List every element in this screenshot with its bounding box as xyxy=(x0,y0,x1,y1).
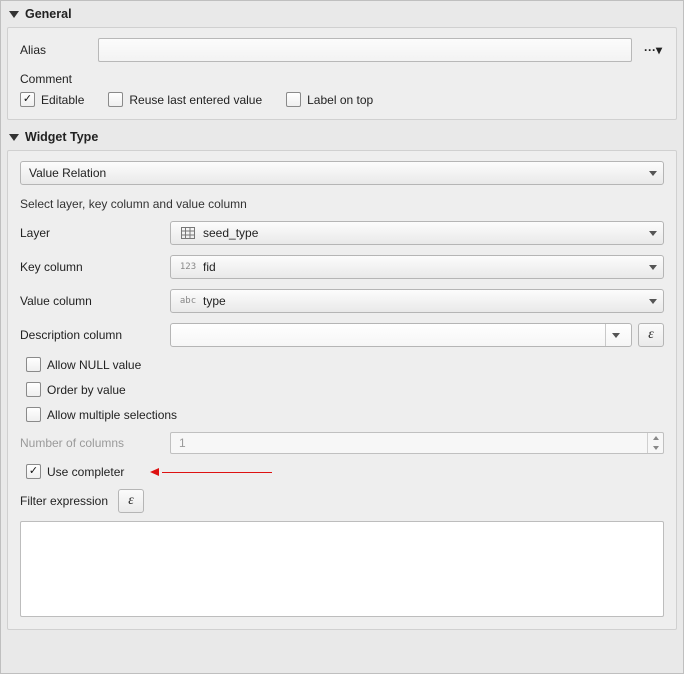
value-column-select[interactable]: abc type xyxy=(170,289,664,313)
alias-input[interactable] xyxy=(98,38,632,62)
allow-multiple-checkbox[interactable]: Allow multiple selections xyxy=(26,407,177,422)
value-column-value: type xyxy=(203,294,226,308)
checkbox-icon xyxy=(26,407,41,422)
num-columns-value: 1 xyxy=(179,436,186,450)
description-column-label: Description column xyxy=(20,328,170,342)
text-field-icon: abc xyxy=(179,294,197,308)
section-general-body: Alias ···▾ Comment Editable Reuse last e… xyxy=(7,27,677,120)
annotation-arrow-icon xyxy=(152,466,272,478)
description-column-select[interactable] xyxy=(170,323,632,347)
order-by-value-label: Order by value xyxy=(47,383,126,397)
layer-label: Layer xyxy=(20,226,170,240)
editable-label: Editable xyxy=(41,93,84,107)
use-completer-label: Use completer xyxy=(47,465,124,479)
use-completer-checkbox[interactable]: Use completer xyxy=(26,464,124,479)
chevron-down-icon xyxy=(649,171,657,176)
chevron-down-icon xyxy=(649,265,657,270)
chevron-down-icon xyxy=(649,299,657,304)
allow-multiple-label: Allow multiple selections xyxy=(47,408,177,422)
section-general: General Alias ···▾ Comment Editable Reus… xyxy=(3,3,681,120)
section-widget-header[interactable]: Widget Type xyxy=(3,126,681,150)
checkbox-icon xyxy=(26,357,41,372)
order-by-value-checkbox[interactable]: Order by value xyxy=(26,382,126,397)
value-column-label: Value column xyxy=(20,294,170,308)
layer-select[interactable]: seed_type xyxy=(170,221,664,245)
chevron-down-icon xyxy=(605,324,625,346)
label-on-top-checkbox[interactable]: Label on top xyxy=(286,92,373,107)
allow-null-checkbox[interactable]: Allow NULL value xyxy=(26,357,141,372)
reuse-last-label: Reuse last entered value xyxy=(129,93,262,107)
config-panel: General Alias ···▾ Comment Editable Reus… xyxy=(0,0,684,674)
checkbox-icon xyxy=(26,464,41,479)
editable-checkbox[interactable]: Editable xyxy=(20,92,84,107)
table-icon xyxy=(179,226,197,240)
checkbox-icon xyxy=(108,92,123,107)
reuse-last-checkbox[interactable]: Reuse last entered value xyxy=(108,92,262,107)
chevron-down-icon xyxy=(653,446,659,450)
checkbox-icon xyxy=(286,92,301,107)
checkbox-icon xyxy=(20,92,35,107)
widget-type-value: Value Relation xyxy=(29,166,106,180)
chevron-up-icon xyxy=(653,436,659,440)
checkbox-icon xyxy=(26,382,41,397)
description-expression-button[interactable]: ε xyxy=(638,323,664,347)
section-widget-title: Widget Type xyxy=(25,130,98,144)
disclosure-triangle-icon xyxy=(9,11,19,18)
key-column-value: fid xyxy=(203,260,216,274)
section-general-header[interactable]: General xyxy=(3,3,681,27)
widget-hint: Select layer, key column and value colum… xyxy=(20,197,664,211)
chevron-down-icon xyxy=(649,231,657,236)
filter-expression-label: Filter expression xyxy=(20,494,108,508)
key-column-select[interactable]: 123 fid xyxy=(170,255,664,279)
spinner-buttons xyxy=(647,433,663,453)
section-widget-body: Value Relation Select layer, key column … xyxy=(7,150,677,630)
widget-type-select[interactable]: Value Relation xyxy=(20,161,664,185)
allow-null-label: Allow NULL value xyxy=(47,358,141,372)
layer-value: seed_type xyxy=(203,226,258,240)
label-on-top-label: Label on top xyxy=(307,93,373,107)
section-general-title: General xyxy=(25,7,72,21)
num-columns-label: Number of columns xyxy=(20,436,170,450)
disclosure-triangle-icon xyxy=(9,134,19,141)
alias-more-button[interactable]: ···▾ xyxy=(642,41,664,59)
section-widget-type: Widget Type Value Relation Select layer,… xyxy=(3,126,681,630)
comment-label: Comment xyxy=(20,72,664,86)
key-column-label: Key column xyxy=(20,260,170,274)
alias-label: Alias xyxy=(20,43,98,57)
filter-expression-textarea[interactable] xyxy=(20,521,664,617)
num-columns-spinner: 1 xyxy=(170,432,664,454)
filter-expression-button[interactable]: ε xyxy=(118,489,144,513)
numeric-field-icon: 123 xyxy=(179,260,197,274)
